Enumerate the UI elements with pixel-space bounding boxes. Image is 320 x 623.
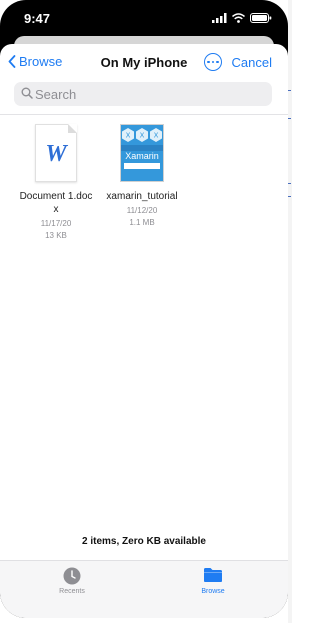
clock-icon xyxy=(63,567,81,585)
folder-icon xyxy=(204,568,222,582)
status-time: 9:47 xyxy=(24,11,51,26)
word-logo-letter: W xyxy=(45,141,67,167)
tab-browse[interactable]: Browse xyxy=(168,567,258,595)
status-bar: 9:47 xyxy=(0,0,288,36)
search-placeholder: Search xyxy=(35,87,77,102)
battery-icon xyxy=(250,13,272,23)
svg-text:X: X xyxy=(140,132,145,140)
xamarin-thumb-strip xyxy=(124,163,160,169)
ellipsis-dot xyxy=(216,60,219,64)
search-icon xyxy=(21,87,33,99)
background-mark xyxy=(288,118,291,119)
more-options-button[interactable] xyxy=(204,53,222,71)
file-name: Document 1.docx xyxy=(19,191,93,215)
file-item-document[interactable]: W Document 1.docx 11/17/20 13 KB xyxy=(18,124,94,242)
file-item-xamarin[interactable]: X X X Xamarin xamarin_tutorial 11/12/20 … xyxy=(104,124,180,229)
tab-bar: Recents Browse xyxy=(0,560,288,618)
tab-browse-label: Browse xyxy=(201,588,225,595)
cancel-button[interactable]: Cancel xyxy=(232,55,272,70)
wifi-icon xyxy=(232,13,245,23)
background-mark xyxy=(288,90,291,91)
search-input[interactable]: Search xyxy=(14,82,272,106)
ellipsis-dot xyxy=(211,60,215,64)
file-date: 11/12/20 xyxy=(126,206,158,215)
xamarin-hex-pattern: X X X xyxy=(121,128,163,151)
background-edge xyxy=(288,0,292,623)
background-mark xyxy=(288,183,291,184)
storage-status: 2 items, Zero KB available xyxy=(82,536,206,547)
tab-recents-label: Recents xyxy=(59,588,85,595)
ellipsis-dot xyxy=(207,60,210,64)
page-fold xyxy=(68,124,77,133)
tab-recents[interactable]: Recents xyxy=(27,567,117,595)
svg-text:X: X xyxy=(126,132,131,140)
file-size: 13 KB xyxy=(45,231,67,240)
status-icons xyxy=(212,13,272,23)
file-size: 1.1 MB xyxy=(129,218,155,227)
word-document-icon: W xyxy=(35,124,77,182)
background-mark xyxy=(288,196,291,197)
file-name: xamarin_tutorial xyxy=(106,191,178,202)
xamarin-thumbnail: X X X Xamarin xyxy=(120,124,164,182)
navigation-bar: Browse On My iPhone Cancel xyxy=(0,44,288,80)
xamarin-thumb-title: Xamarin xyxy=(125,151,159,161)
svg-text:X: X xyxy=(154,132,159,140)
document-picker-sheet: Browse On My iPhone Cancel Search W Docu… xyxy=(0,44,288,618)
cellular-icon xyxy=(212,13,227,23)
file-date: 11/17/20 xyxy=(40,219,72,228)
divider xyxy=(0,114,288,115)
phone-frame: 9:47 Browse On My iPhone Cancel Search W… xyxy=(0,0,288,618)
